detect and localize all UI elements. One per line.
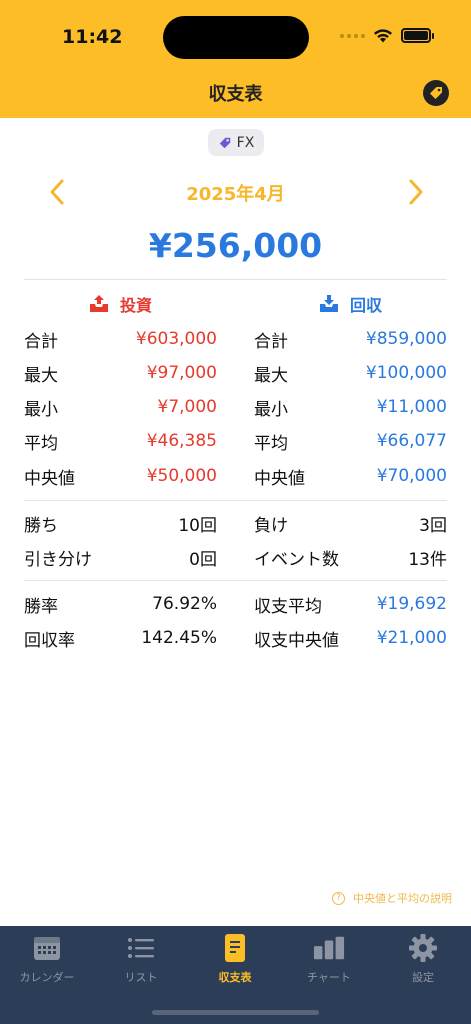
row-value: 13件 [408,549,447,570]
tag-icon [430,87,442,99]
balance-median-row: 収支中央値 ¥21,000 [254,623,447,653]
battery-icon [401,28,434,43]
divider [24,500,447,501]
row-label: 収支中央値 [254,630,339,651]
row-value: ¥859,000 [365,329,447,349]
tag-filter-button[interactable] [423,80,449,106]
wifi-icon [374,29,392,43]
row-label: 収支平均 [254,596,322,617]
row-value: ¥66,077 [376,431,447,451]
row-label: 最大 [24,365,58,386]
tag-icon [219,137,230,148]
row-label: 最大 [254,365,288,386]
return-rate-row: 回収率 142.45% [24,623,217,653]
dynamic-island [163,16,309,59]
row-value: ¥21,000 [376,628,447,648]
tab-calendar[interactable]: カレンダー [0,932,94,992]
tab-label: 収支表 [218,971,252,984]
invest-row-max: 最大 ¥97,000 [24,358,217,388]
page-title: 収支表 [208,84,263,105]
filter-chip-label: FX [236,134,255,151]
row-value: ¥46,385 [146,431,217,451]
row-label: 最小 [24,399,58,420]
tab-balance-sheet[interactable]: 収支表 [188,932,282,992]
row-label: 中央値 [254,468,305,489]
win-rate-row: 勝率 76.92% [24,589,217,619]
row-label: 平均 [254,433,288,454]
filter-chip[interactable]: FX [208,129,264,156]
calendar-icon [34,937,60,960]
recover-row-median: 中央値 ¥70,000 [254,461,447,491]
divider [24,279,447,280]
recover-row-min: 最小 ¥11,000 [254,392,447,422]
tab-label: カレンダー [19,971,75,984]
invest-header: 投資 [88,292,152,316]
row-label: 回収率 [24,630,75,651]
gear-icon [409,934,437,962]
help-label: 中央値と平均の説明 [353,892,452,905]
tab-chart[interactable]: チャート [282,932,376,992]
events-row: イベント数 13件 [254,542,447,572]
invest-row-average: 平均 ¥46,385 [24,426,217,456]
row-value: ¥50,000 [146,466,217,486]
row-value: ¥19,692 [376,594,447,614]
invest-header-label: 投資 [120,296,153,315]
row-label: 合計 [24,331,58,352]
tab-label: チャート [307,971,351,984]
row-label: 最小 [254,399,288,420]
document-icon [225,934,245,962]
row-value: ¥7,000 [157,397,217,417]
home-indicator[interactable] [152,1010,319,1015]
question-circle-icon: ? [332,891,345,905]
row-value: 142.45% [141,628,217,648]
row-label: 平均 [24,433,58,454]
tab-settings[interactable]: 設定 [376,932,470,992]
median-average-help-link[interactable]: ? 中央値と平均の説明 [332,890,452,906]
tray-download-icon [320,295,338,312]
next-month-button[interactable] [403,178,427,206]
wins-row: 勝ち 10回 [24,508,217,538]
row-value: ¥70,000 [376,466,447,486]
invest-row-median: 中央値 ¥50,000 [24,461,217,491]
signal-icon [340,33,365,38]
divider [24,580,447,581]
status-icons [340,28,434,43]
navigation-header: 11:42 収支表 [0,0,471,118]
row-value: ¥100,000 [365,363,447,383]
month-selector: 2025年4月 [0,172,471,212]
row-value: 76.92% [152,594,217,614]
recover-row-total: 合計 ¥859,000 [254,324,447,354]
recover-row-max: 最大 ¥100,000 [254,358,447,388]
status-time: 11:42 [62,26,123,48]
row-value: ¥11,000 [376,397,447,417]
draws-row: 引き分け 0回 [24,542,217,572]
recover-header-label: 回収 [350,296,383,315]
recover-row-average: 平均 ¥66,077 [254,426,447,456]
row-label: 引き分け [24,549,92,570]
bar-chart-icon [313,936,345,960]
row-value: ¥97,000 [146,363,217,383]
invest-row-min: 最小 ¥7,000 [24,392,217,422]
balance-total: ¥256,000 [148,226,323,265]
row-value: 0回 [189,549,217,570]
row-value: 3回 [419,515,447,536]
tab-list[interactable]: リスト [94,932,188,992]
row-label: 勝ち [24,515,58,536]
losses-row: 負け 3回 [254,508,447,538]
row-label: 負け [254,515,288,536]
row-value: ¥603,000 [135,329,217,349]
tab-label: 設定 [412,971,434,984]
tray-upload-icon [90,295,108,312]
month-label: 2025年4月 [186,184,285,205]
row-label: 合計 [254,331,288,352]
balance-average-row: 収支平均 ¥19,692 [254,589,447,619]
row-value: 10回 [178,515,217,536]
row-label: イベント数 [254,549,339,570]
row-label: 勝率 [24,596,58,617]
invest-row-total: 合計 ¥603,000 [24,324,217,354]
row-label: 中央値 [24,468,75,489]
list-icon [128,938,154,958]
tab-label: リスト [124,971,158,984]
recover-header: 回収 [318,292,382,316]
